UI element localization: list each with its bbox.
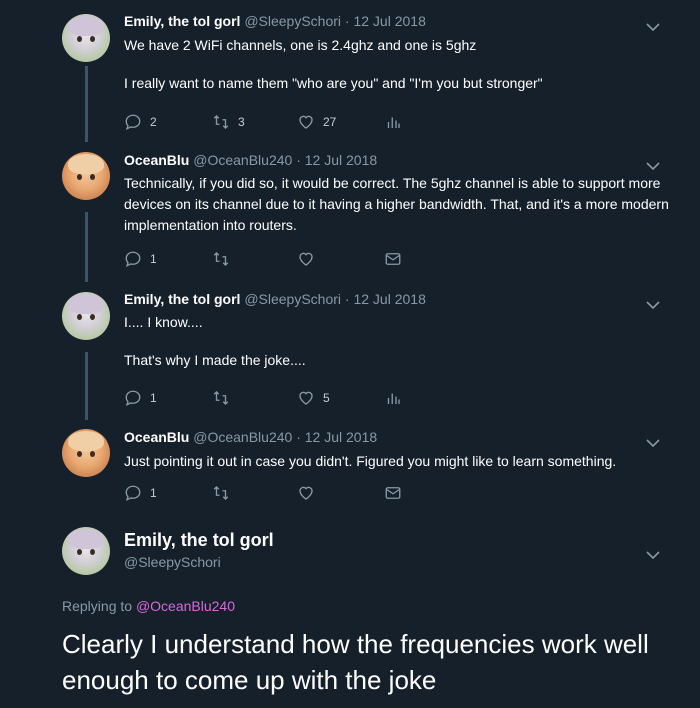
chevron-down-icon[interactable] — [646, 435, 660, 448]
reply-button[interactable]: 1 — [124, 388, 157, 408]
heart-icon — [299, 115, 313, 129]
author-handle[interactable]: @SleepySchori — [124, 554, 221, 570]
reply-count: 1 — [150, 486, 157, 500]
tweet-text: Just pointing it out in case you didn't.… — [124, 453, 617, 469]
thread-line — [85, 352, 88, 420]
analytics-icon — [387, 117, 400, 128]
retweet-icon — [213, 115, 229, 129]
author-name[interactable]: Emily, the tol gorl — [124, 291, 240, 307]
tweet-actions: 1 — [124, 483, 424, 503]
direct-message-button[interactable] — [384, 483, 402, 503]
separator: · — [296, 429, 301, 445]
like-button[interactable] — [297, 249, 315, 269]
heart-icon — [299, 252, 313, 266]
tweet-actions: 1 — [124, 249, 424, 269]
like-count: 5 — [323, 391, 330, 405]
tweet-date[interactable]: 12 Jul 2018 — [305, 429, 377, 445]
tweet-text: I.... I know.... That's why I made the j… — [124, 314, 306, 368]
tweet-header: Emily, the tol gorl @SleepySchori · 12 J… — [124, 291, 426, 307]
avatar[interactable] — [62, 152, 110, 200]
chevron-down-icon[interactable] — [646, 547, 660, 560]
tweet-actions: 1 5 — [124, 388, 424, 408]
retweet-count: 3 — [238, 115, 245, 129]
avatar[interactable] — [62, 292, 110, 340]
analytics-button[interactable] — [384, 112, 402, 132]
reply-icon — [125, 390, 141, 407]
like-button[interactable]: 5 — [297, 388, 330, 408]
author-name[interactable]: Emily, the tol gorl — [124, 530, 274, 551]
tweet-actions: 2 3 27 — [124, 112, 424, 132]
like-button[interactable] — [297, 483, 315, 503]
retweet-button[interactable] — [212, 388, 230, 408]
tweet-text: We have 2 WiFi channels, one is 2.4ghz a… — [124, 37, 543, 91]
main-tweet-text: Clearly I understand how the frequencies… — [62, 629, 649, 695]
chevron-down-icon[interactable] — [646, 19, 660, 32]
avatar[interactable] — [62, 527, 110, 575]
author-name[interactable]: OceanBlu — [124, 152, 189, 168]
reply-count: 1 — [150, 391, 157, 405]
thread-line — [85, 212, 88, 282]
author-handle[interactable]: @SleepySchori — [244, 291, 341, 307]
reply-button[interactable]: 2 — [124, 112, 157, 132]
author-handle[interactable]: @SleepySchori — [244, 13, 341, 29]
tweet-date[interactable]: 12 Jul 2018 — [353, 13, 425, 29]
retweet-button[interactable] — [212, 249, 230, 269]
direct-message-icon — [385, 487, 401, 499]
heart-icon — [299, 486, 313, 500]
retweet-icon — [213, 486, 229, 500]
retweet-button[interactable]: 3 — [212, 112, 245, 132]
reply-icon — [125, 114, 141, 131]
retweet-icon — [213, 252, 229, 266]
reply-icon — [125, 251, 141, 268]
reply-button[interactable]: 1 — [124, 483, 157, 503]
like-button[interactable]: 27 — [297, 112, 336, 132]
tweet-text: Technically, if you did so, it would be … — [124, 175, 669, 233]
reply-count: 2 — [150, 115, 157, 129]
tweet-header: OceanBlu @OceanBlu240 · 12 Jul 2018 — [124, 429, 377, 445]
replying-label: Replying to — [62, 598, 133, 614]
mention-link[interactable]: @OceanBlu240 — [136, 598, 235, 614]
retweet-icon — [213, 391, 229, 405]
reply-icon — [125, 485, 141, 502]
separator: · — [344, 291, 350, 307]
tweet-date[interactable]: 12 Jul 2018 — [305, 152, 377, 168]
author-name[interactable]: OceanBlu — [124, 429, 189, 445]
direct-message-icon — [385, 253, 401, 265]
analytics-icon — [387, 393, 400, 404]
retweet-button[interactable] — [212, 483, 230, 503]
thread-line — [85, 66, 88, 142]
analytics-button[interactable] — [384, 388, 402, 408]
tweet-date[interactable]: 12 Jul 2018 — [353, 291, 425, 307]
tweet-header: Emily, the tol gorl @SleepySchori · 12 J… — [124, 13, 426, 29]
heart-icon — [299, 391, 313, 405]
chevron-down-icon[interactable] — [646, 158, 660, 171]
reply-button[interactable]: 1 — [124, 249, 157, 269]
separator: · — [296, 152, 301, 168]
avatar[interactable] — [62, 14, 110, 62]
reply-count: 1 — [150, 252, 157, 266]
like-count: 27 — [323, 115, 337, 129]
replying-to: Replying to @OceanBlu240 — [62, 598, 235, 614]
tweet-header: OceanBlu @OceanBlu240 · 12 Jul 2018 — [124, 152, 377, 168]
separator: · — [344, 13, 350, 29]
author-handle[interactable]: @OceanBlu240 — [193, 429, 292, 445]
direct-message-button[interactable] — [384, 249, 402, 269]
avatar[interactable] — [62, 429, 110, 477]
author-handle[interactable]: @OceanBlu240 — [193, 152, 292, 168]
author-name[interactable]: Emily, the tol gorl — [124, 13, 240, 29]
chevron-down-icon[interactable] — [646, 297, 660, 310]
